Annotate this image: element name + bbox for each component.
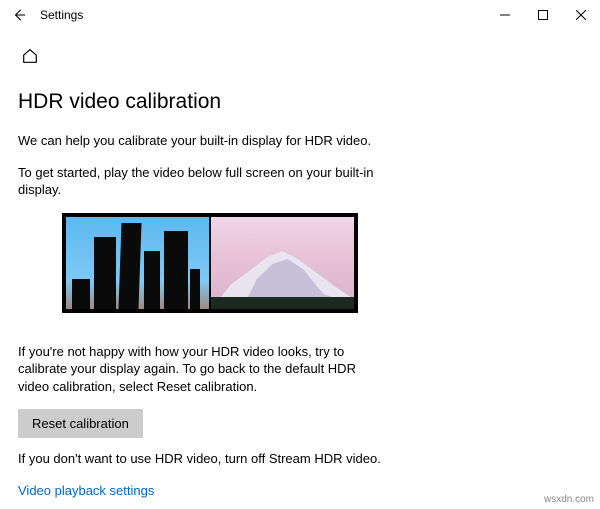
watermark: wsxdn.com <box>544 494 594 505</box>
video-panel-city <box>66 217 209 309</box>
mountain-foreground <box>211 297 354 309</box>
building-icon <box>72 279 90 309</box>
minimize-icon <box>500 10 510 20</box>
window-controls <box>486 0 600 30</box>
titlebar: Settings <box>0 0 600 30</box>
close-icon <box>576 10 586 20</box>
maximize-button[interactable] <box>524 0 562 30</box>
maximize-icon <box>538 10 548 20</box>
minimize-button[interactable] <box>486 0 524 30</box>
intro-text: We can help you calibrate your built-in … <box>18 132 388 150</box>
window-title: Settings <box>40 8 83 22</box>
nav-row <box>0 30 600 68</box>
close-button[interactable] <box>562 0 600 30</box>
home-icon <box>21 47 39 65</box>
building-icon <box>190 269 200 309</box>
back-button[interactable] <box>4 0 34 30</box>
turnoff-text: If you don't want to use HDR video, turn… <box>18 450 388 468</box>
instruction-text: To get started, play the video below ful… <box>18 164 388 199</box>
video-playback-settings-link[interactable]: Video playback settings <box>18 483 154 498</box>
building-icon <box>94 237 116 309</box>
building-icon <box>164 231 188 309</box>
arrow-left-icon <box>12 8 26 22</box>
content-area: HDR video calibration We can help you ca… <box>0 68 600 500</box>
building-icon <box>118 223 141 309</box>
video-panel-mountain <box>211 217 354 309</box>
calibration-video[interactable] <box>62 213 358 313</box>
building-icon <box>144 251 160 309</box>
reset-calibration-button[interactable]: Reset calibration <box>18 409 143 438</box>
page-title: HDR video calibration <box>18 90 582 114</box>
recalibrate-text: If you're not happy with how your HDR vi… <box>18 343 388 396</box>
spacer <box>18 327 582 343</box>
home-button[interactable] <box>18 44 42 68</box>
